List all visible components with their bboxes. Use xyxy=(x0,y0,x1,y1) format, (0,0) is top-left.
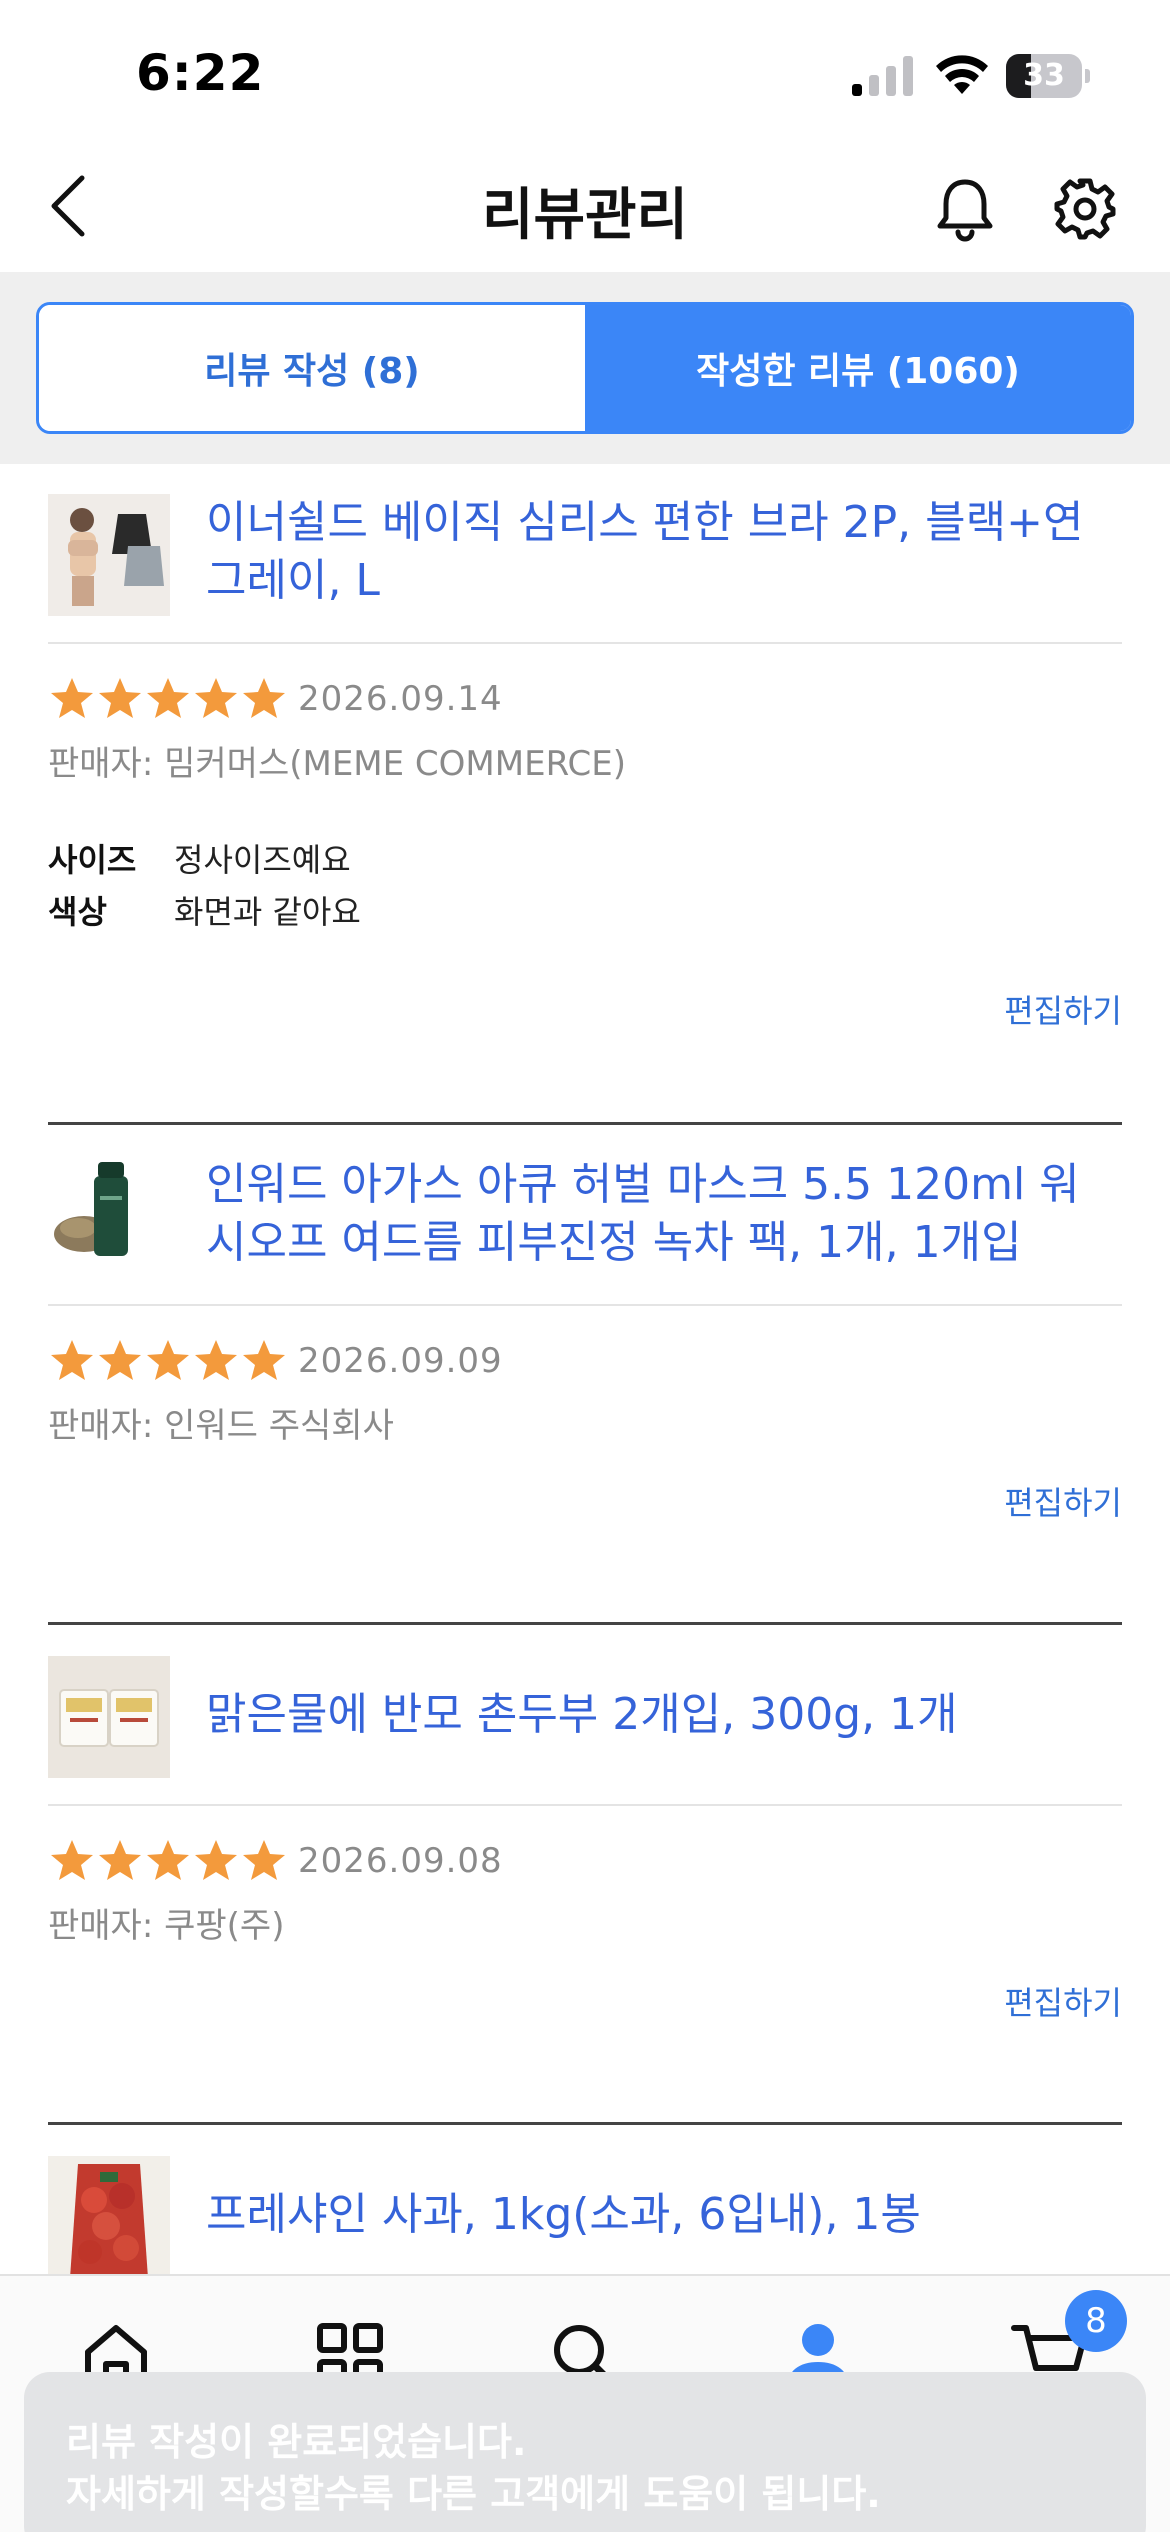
review-date: 2026.09.09 xyxy=(298,1341,503,1381)
tab-written-reviews[interactable]: 작성한 리뷰 (1060) xyxy=(585,305,1131,431)
attribute-row: 색상 화면과 같아요 xyxy=(48,884,361,936)
battery-icon: 33 xyxy=(1006,54,1090,98)
product-row[interactable]: 인워드 아가스 아큐 허벌 마스크 5.5 120ml 워시오프 여드름 피부진… xyxy=(48,1156,1122,1306)
rating-row: 2026.09.08 xyxy=(48,1836,503,1886)
product-row[interactable]: 이너쉴드 베이직 심리스 편한 브라 2P, 블랙+연그레이, L xyxy=(48,494,1122,644)
product-thumbnail-apple xyxy=(48,2156,170,2274)
app-header: 리뷰관리 xyxy=(0,140,1170,272)
product-name[interactable]: 맑은물에 반모 촌두부 2개입, 300g, 1개 xyxy=(206,1686,1106,1744)
attribute-value: 정사이즈예요 xyxy=(174,841,351,879)
item-divider xyxy=(48,1122,1122,1125)
product-thumbnail-mask xyxy=(48,1156,170,1278)
wifi-icon xyxy=(936,55,988,94)
star-icon xyxy=(51,678,93,718)
edit-review-button[interactable]: 편집하기 xyxy=(1004,1478,1122,1524)
review-item: 인워드 아가스 아큐 허벌 마스크 5.5 120ml 워시오프 여드름 피부진… xyxy=(0,1126,1170,1626)
item-divider xyxy=(48,1622,1122,1625)
edit-review-button[interactable]: 편집하기 xyxy=(1004,986,1122,1032)
star-icon xyxy=(195,1340,237,1380)
attribute-value: 화면과 같아요 xyxy=(174,893,361,931)
review-complete-toast: 리뷰 작성이 완료되었습니다. 자세하게 작성할수록 다른 고객에게 도움이 됩… xyxy=(24,2372,1146,2532)
seller-name: 판매자: 쿠팡(주) xyxy=(48,1906,285,1946)
review-tabs-area: 리뷰 작성 (8) 작성한 리뷰 (1060) xyxy=(0,272,1170,464)
star-icon xyxy=(99,1840,141,1880)
review-item: 맑은물에 반모 촌두부 2개입, 300g, 1개 2026.09.08 판매자… xyxy=(0,1626,1170,2126)
product-thumbnail-bra xyxy=(48,494,170,616)
star-icon xyxy=(195,1840,237,1880)
star-icon xyxy=(99,678,141,718)
star-icon xyxy=(51,1340,93,1380)
battery-percent: 33 xyxy=(1023,58,1065,93)
cellular-signal-icon xyxy=(852,56,913,96)
star-icon xyxy=(147,1340,189,1380)
seller-name: 판매자: 인워드 주식회사 xyxy=(48,1406,394,1446)
gear-icon[interactable] xyxy=(1050,174,1120,244)
product-row[interactable]: 맑은물에 반모 촌두부 2개입, 300g, 1개 xyxy=(48,1656,1122,1806)
review-tabs: 리뷰 작성 (8) 작성한 리뷰 (1060) xyxy=(36,302,1134,434)
review-date: 2026.09.14 xyxy=(298,679,503,719)
star-icon xyxy=(243,1840,285,1880)
toast-message-line-2: 자세하게 작성할수록 다른 고객에게 도움이 됩니다. xyxy=(66,2472,881,2516)
star-rating xyxy=(48,675,288,723)
star-icon xyxy=(243,678,285,718)
attribute-key: 사이즈 xyxy=(48,841,137,879)
review-item: 이너쉴드 베이직 심리스 편한 브라 2P, 블랙+연그레이, L 2026.0… xyxy=(0,464,1170,1125)
rating-row: 2026.09.09 xyxy=(48,1336,503,1386)
bell-icon[interactable] xyxy=(930,174,1000,244)
cart-count-badge: 8 xyxy=(1065,2290,1127,2352)
product-row[interactable]: 프레샤인 사과, 1kg(소과, 6입내), 1봉 xyxy=(48,2156,1122,2274)
toast-message-line-1: 리뷰 작성이 완료되었습니다. xyxy=(66,2420,527,2464)
attribute-row: 사이즈 정사이즈예요 xyxy=(48,832,361,884)
product-name[interactable]: 인워드 아가스 아큐 허벌 마스크 5.5 120ml 워시오프 여드름 피부진… xyxy=(206,1156,1106,1272)
rating-row: 2026.09.14 xyxy=(48,674,503,724)
product-name[interactable]: 이너쉴드 베이직 심리스 편한 브라 2P, 블랙+연그레이, L xyxy=(206,494,1106,610)
review-attributes: 사이즈 정사이즈예요 색상 화면과 같아요 xyxy=(48,832,361,936)
tab-write-review[interactable]: 리뷰 작성 (8) xyxy=(39,305,585,431)
item-divider xyxy=(48,2122,1122,2125)
status-time: 6:22 xyxy=(136,44,265,102)
review-date: 2026.09.08 xyxy=(298,1841,503,1881)
star-rating xyxy=(48,1837,288,1885)
product-name[interactable]: 프레샤인 사과, 1kg(소과, 6입내), 1봉 xyxy=(206,2186,1106,2244)
star-rating xyxy=(48,1337,288,1385)
star-icon xyxy=(147,1840,189,1880)
edit-review-button[interactable]: 편집하기 xyxy=(1004,1978,1122,2024)
star-icon xyxy=(99,1340,141,1380)
review-item: 프레샤인 사과, 1kg(소과, 6입내), 1봉 xyxy=(0,2126,1170,2274)
status-bar: 6:22 33 xyxy=(0,0,1170,140)
star-icon xyxy=(51,1840,93,1880)
star-icon xyxy=(243,1340,285,1380)
product-thumbnail-tofu xyxy=(48,1656,170,1778)
review-list: 이너쉴드 베이직 심리스 편한 브라 2P, 블랙+연그레이, L 2026.0… xyxy=(0,464,1170,2274)
seller-name: 판매자: 밈커머스(MEME COMMERCE) xyxy=(48,744,627,784)
attribute-key: 색상 xyxy=(48,893,107,931)
star-icon xyxy=(195,678,237,718)
star-icon xyxy=(147,678,189,718)
